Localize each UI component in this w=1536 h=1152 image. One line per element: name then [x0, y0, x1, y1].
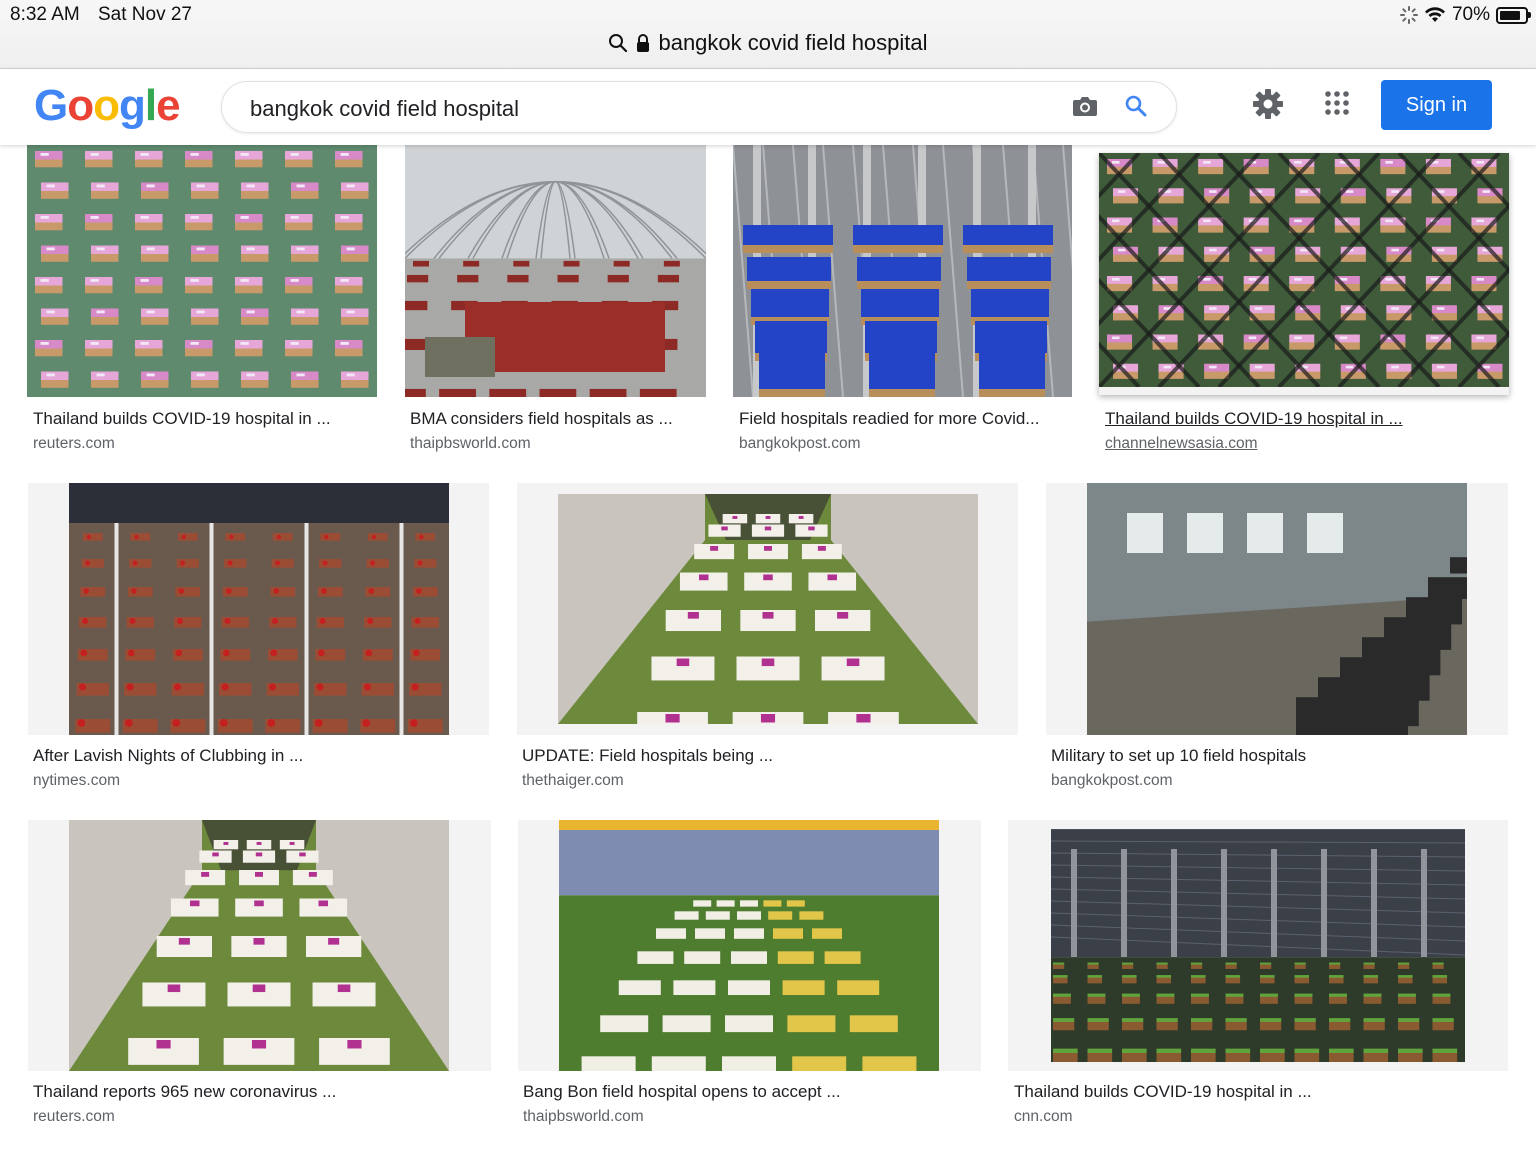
image-result-thumbnail[interactable] [28, 483, 489, 735]
activity-spinner-icon [1399, 6, 1418, 24]
address-bar-text: bangkok covid field hospital [658, 30, 928, 55]
result-title[interactable]: Military to set up 10 field hospitals [1051, 746, 1306, 766]
result-title[interactable]: Field hospitals readied for more Covid..… [739, 409, 1039, 429]
result-title[interactable]: Bang Bon field hospital opens to accept … [523, 1082, 841, 1102]
battery-percentage: 70% [1451, 4, 1490, 25]
logo-letter: G [34, 81, 68, 130]
result-source[interactable]: thethaiger.com [522, 772, 624, 790]
result-source[interactable]: nytimes.com [33, 772, 120, 790]
apps-grid-icon[interactable] [1325, 91, 1349, 115]
address-bar[interactable]: bangkok covid field hospital [0, 30, 1536, 59]
result-image [27, 145, 377, 397]
result-source[interactable]: cnn.com [1014, 1108, 1073, 1126]
image-result-thumbnail[interactable] [733, 145, 1072, 397]
browser-status-bar: 8:32 AM Sat Nov 27 70% bangkok covid fie… [0, 0, 1536, 69]
image-result-thumbnail[interactable] [1099, 153, 1509, 395]
result-image [558, 494, 978, 724]
logo-letter: l [144, 81, 157, 130]
result-title[interactable]: After Lavish Nights of Clubbing in ... [33, 746, 303, 766]
result-image [1087, 483, 1467, 735]
image-result-thumbnail[interactable] [1046, 483, 1508, 735]
status-date: Sat Nov 27 [98, 4, 192, 25]
settings-gear-icon[interactable] [1252, 88, 1284, 120]
result-image [559, 820, 939, 1071]
result-source[interactable]: thaipbsworld.com [410, 435, 531, 453]
result-title[interactable]: Thailand reports 965 new coronavirus ... [33, 1082, 336, 1102]
result-source[interactable]: channelnewsasia.com [1105, 435, 1258, 453]
result-source[interactable]: reuters.com [33, 1108, 115, 1126]
result-source[interactable]: bangkokpost.com [1051, 772, 1173, 790]
result-image [69, 820, 449, 1071]
result-source[interactable]: reuters.com [33, 435, 115, 453]
image-result-thumbnail[interactable] [517, 483, 1018, 735]
logo-letter: e [156, 81, 181, 130]
result-image [733, 145, 1072, 397]
search-button-icon[interactable] [1124, 94, 1148, 118]
image-result-thumbnail[interactable] [518, 820, 981, 1071]
result-source[interactable]: bangkokpost.com [739, 435, 861, 453]
result-title[interactable]: BMA considers field hospitals as ... [410, 409, 673, 429]
logo-letter: o [93, 81, 120, 130]
battery-icon [1496, 6, 1531, 24]
image-result-thumbnail[interactable] [1008, 820, 1508, 1071]
image-result-thumbnail[interactable] [27, 145, 377, 397]
search-icon [609, 34, 628, 53]
image-result-thumbnail[interactable] [28, 820, 491, 1071]
search-box[interactable]: bangkok covid field hospital [221, 81, 1177, 133]
wifi-icon [1424, 7, 1445, 22]
google-logo[interactable]: Google [34, 81, 181, 131]
logo-letter: g [119, 81, 146, 130]
status-indicators: 70% [1399, 4, 1531, 26]
result-image [1099, 153, 1509, 387]
sign-in-button[interactable]: Sign in [1381, 80, 1492, 130]
google-header: Google bangkok covid field hospital Sign… [0, 69, 1536, 145]
image-result-thumbnail[interactable] [405, 145, 706, 397]
result-image [1051, 829, 1465, 1062]
result-title[interactable]: Thailand builds COVID-19 hospital in ... [1014, 1082, 1312, 1102]
result-source[interactable]: thaipbsworld.com [523, 1108, 644, 1126]
status-time: 8:32 AM [10, 4, 80, 25]
result-image [405, 145, 706, 397]
result-title[interactable]: Thailand builds COVID-19 hospital in ... [33, 409, 331, 429]
camera-icon[interactable] [1072, 95, 1098, 117]
result-image [69, 483, 449, 735]
result-title[interactable]: UPDATE: Field hospitals being ... [522, 746, 773, 766]
logo-letter: o [67, 81, 94, 130]
lock-icon [637, 33, 650, 52]
search-input[interactable]: bangkok covid field hospital [250, 96, 519, 122]
result-title[interactable]: Thailand builds COVID-19 hospital in ... [1105, 409, 1403, 429]
